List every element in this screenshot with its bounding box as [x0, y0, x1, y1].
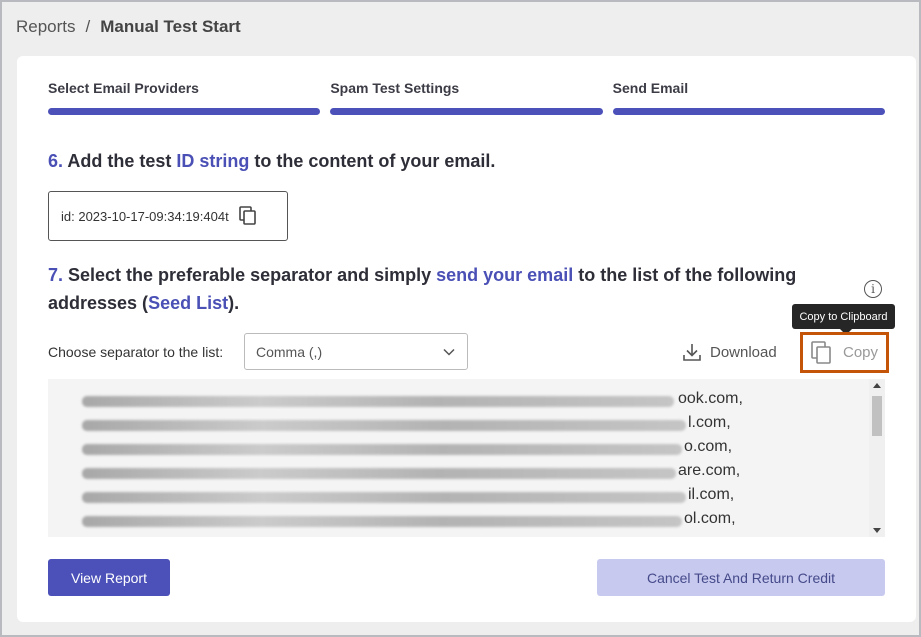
- scrollbar[interactable]: [869, 379, 885, 537]
- separator-label: Choose separator to the list:: [48, 344, 224, 360]
- breadcrumb-reports-link[interactable]: Reports: [16, 17, 76, 37]
- download-button[interactable]: Download: [682, 342, 777, 362]
- blurred-address: [82, 468, 676, 479]
- list-item: il.com,: [82, 485, 782, 509]
- address-suffix: ook.com,: [678, 390, 743, 407]
- address-suffix: ol.com,: [684, 510, 736, 527]
- step-select-email-providers[interactable]: Select Email Providers: [48, 80, 321, 115]
- instruction-text: Add the test: [63, 151, 177, 171]
- list-item: o.com,: [82, 437, 782, 461]
- step-spam-test-settings[interactable]: Spam Test Settings: [330, 80, 603, 115]
- breadcrumb-separator: /: [85, 17, 91, 36]
- list-item: l.com,: [82, 413, 782, 437]
- copy-button[interactable]: Copy: [800, 332, 889, 373]
- instruction-highlight: send your email: [436, 265, 574, 285]
- address-suffix: l.com,: [688, 414, 731, 431]
- step-number: 6.: [48, 151, 64, 171]
- view-report-button[interactable]: View Report: [48, 559, 170, 596]
- step-number: 7.: [48, 265, 64, 285]
- instruction-text: to the content of your email.: [249, 151, 496, 171]
- step-label: Send Email: [612, 80, 689, 96]
- step-progress-bar: [612, 108, 885, 115]
- list-item: ook.com,: [82, 389, 782, 413]
- separator-dropdown[interactable]: Comma (,): [244, 333, 468, 370]
- seed-list-link[interactable]: Seed List: [148, 293, 228, 313]
- instruction-highlight: ID string: [176, 151, 250, 171]
- address-suffix: il.com,: [688, 486, 735, 503]
- info-icon[interactable]: i: [864, 280, 882, 298]
- cancel-test-button[interactable]: Cancel Test And Return Credit: [597, 559, 885, 596]
- step-label: Select Email Providers: [48, 80, 199, 96]
- progress-steps: Select Email Providers Spam Test Setting…: [48, 80, 885, 115]
- blurred-address: [82, 516, 682, 527]
- step-progress-bar: [48, 108, 321, 115]
- instruction-step-7: 7. Select the preferable separator and s…: [48, 261, 848, 317]
- copy-label: Copy: [842, 344, 879, 361]
- copy-tooltip: Copy to Clipboard: [792, 304, 895, 335]
- blurred-address: [82, 444, 682, 455]
- scrollbar-thumb[interactable]: [872, 396, 882, 436]
- blurred-address: [82, 420, 686, 431]
- instruction-step-6: 6. Add the test ID string to the content…: [48, 147, 495, 175]
- breadcrumb-current: Manual Test Start: [100, 17, 241, 36]
- test-id-value: id: 2023-10-17-09:34:19:404t: [61, 208, 229, 224]
- chevron-down-icon: [443, 348, 455, 356]
- download-label: Download: [710, 343, 777, 361]
- step-label: Spam Test Settings: [330, 80, 460, 96]
- scroll-down-icon[interactable]: [873, 528, 881, 533]
- step-send-email[interactable]: Send Email: [612, 80, 885, 115]
- test-id-box: id: 2023-10-17-09:34:19:404t: [48, 191, 288, 241]
- instruction-text: Select the preferable separator and simp…: [63, 265, 437, 285]
- list-item: are.com,: [82, 461, 782, 485]
- blurred-address: [82, 492, 686, 503]
- instruction-text: ).: [228, 293, 240, 313]
- address-suffix: o.com,: [684, 438, 733, 455]
- seed-list[interactable]: ook.com, l.com, o.com, are.com, il.com, …: [48, 379, 885, 537]
- breadcrumb: Reports / Manual Test Start: [16, 17, 241, 37]
- window-frame: Reports / Manual Test Start Select Email…: [0, 0, 921, 637]
- step-progress-bar: [330, 108, 603, 115]
- scroll-up-icon[interactable]: [873, 383, 881, 388]
- copy-icon: [811, 340, 831, 364]
- copy-id-icon[interactable]: [238, 206, 257, 226]
- download-icon: [683, 344, 701, 361]
- separator-selected-value: Comma (,): [256, 343, 323, 360]
- list-item: ol.com,: [82, 509, 782, 533]
- main-card: Select Email Providers Spam Test Setting…: [17, 56, 916, 622]
- address-suffix: are.com,: [678, 462, 741, 479]
- blurred-address: [82, 396, 674, 407]
